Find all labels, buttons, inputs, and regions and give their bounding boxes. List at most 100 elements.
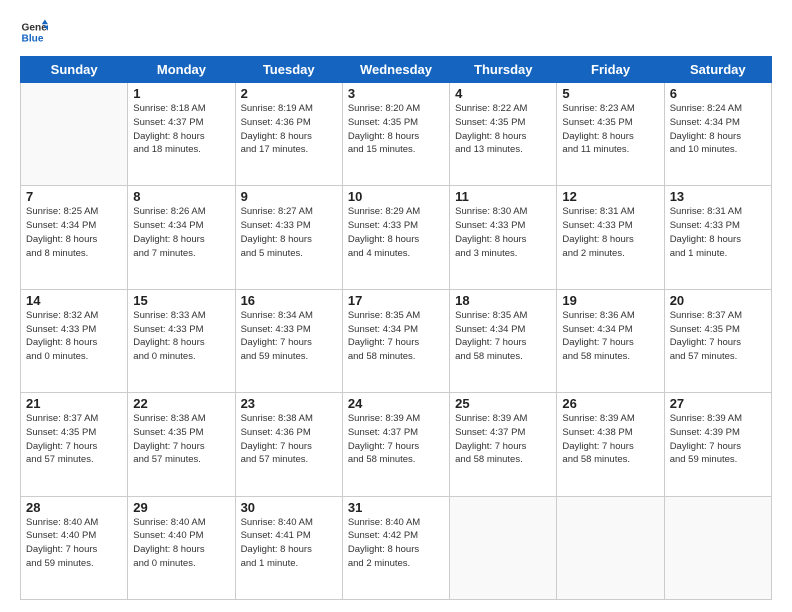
day-number: 10 — [348, 189, 444, 204]
calendar-day-cell: 27Sunrise: 8:39 AM Sunset: 4:39 PM Dayli… — [664, 393, 771, 496]
day-number: 5 — [562, 86, 658, 101]
weekday-header-tuesday: Tuesday — [235, 57, 342, 83]
calendar-day-cell: 16Sunrise: 8:34 AM Sunset: 4:33 PM Dayli… — [235, 289, 342, 392]
calendar-day-cell: 3Sunrise: 8:20 AM Sunset: 4:35 PM Daylig… — [342, 83, 449, 186]
day-info: Sunrise: 8:26 AM Sunset: 4:34 PM Dayligh… — [133, 205, 229, 260]
day-number: 4 — [455, 86, 551, 101]
day-info: Sunrise: 8:37 AM Sunset: 4:35 PM Dayligh… — [26, 412, 122, 467]
day-number: 30 — [241, 500, 337, 515]
day-number: 1 — [133, 86, 229, 101]
calendar-day-cell: 20Sunrise: 8:37 AM Sunset: 4:35 PM Dayli… — [664, 289, 771, 392]
calendar-day-cell: 5Sunrise: 8:23 AM Sunset: 4:35 PM Daylig… — [557, 83, 664, 186]
day-info: Sunrise: 8:35 AM Sunset: 4:34 PM Dayligh… — [455, 309, 551, 364]
day-number: 28 — [26, 500, 122, 515]
calendar-day-cell: 24Sunrise: 8:39 AM Sunset: 4:37 PM Dayli… — [342, 393, 449, 496]
calendar-table: SundayMondayTuesdayWednesdayThursdayFrid… — [20, 56, 772, 600]
day-info: Sunrise: 8:27 AM Sunset: 4:33 PM Dayligh… — [241, 205, 337, 260]
calendar-day-cell: 31Sunrise: 8:40 AM Sunset: 4:42 PM Dayli… — [342, 496, 449, 599]
day-number: 27 — [670, 396, 766, 411]
calendar-day-cell: 30Sunrise: 8:40 AM Sunset: 4:41 PM Dayli… — [235, 496, 342, 599]
weekday-header-thursday: Thursday — [450, 57, 557, 83]
calendar-day-cell — [450, 496, 557, 599]
day-number: 24 — [348, 396, 444, 411]
day-number: 6 — [670, 86, 766, 101]
day-number: 14 — [26, 293, 122, 308]
calendar-day-cell: 7Sunrise: 8:25 AM Sunset: 4:34 PM Daylig… — [21, 186, 128, 289]
day-info: Sunrise: 8:34 AM Sunset: 4:33 PM Dayligh… — [241, 309, 337, 364]
calendar-day-cell: 9Sunrise: 8:27 AM Sunset: 4:33 PM Daylig… — [235, 186, 342, 289]
day-info: Sunrise: 8:37 AM Sunset: 4:35 PM Dayligh… — [670, 309, 766, 364]
day-info: Sunrise: 8:39 AM Sunset: 4:39 PM Dayligh… — [670, 412, 766, 467]
calendar-day-cell: 23Sunrise: 8:38 AM Sunset: 4:36 PM Dayli… — [235, 393, 342, 496]
day-info: Sunrise: 8:20 AM Sunset: 4:35 PM Dayligh… — [348, 102, 444, 157]
day-info: Sunrise: 8:18 AM Sunset: 4:37 PM Dayligh… — [133, 102, 229, 157]
day-info: Sunrise: 8:24 AM Sunset: 4:34 PM Dayligh… — [670, 102, 766, 157]
day-number: 22 — [133, 396, 229, 411]
day-info: Sunrise: 8:40 AM Sunset: 4:40 PM Dayligh… — [26, 516, 122, 571]
calendar-day-cell: 15Sunrise: 8:33 AM Sunset: 4:33 PM Dayli… — [128, 289, 235, 392]
calendar-day-cell: 4Sunrise: 8:22 AM Sunset: 4:35 PM Daylig… — [450, 83, 557, 186]
day-info: Sunrise: 8:40 AM Sunset: 4:41 PM Dayligh… — [241, 516, 337, 571]
calendar-day-cell: 28Sunrise: 8:40 AM Sunset: 4:40 PM Dayli… — [21, 496, 128, 599]
day-info: Sunrise: 8:31 AM Sunset: 4:33 PM Dayligh… — [670, 205, 766, 260]
day-number: 21 — [26, 396, 122, 411]
calendar-day-cell: 2Sunrise: 8:19 AM Sunset: 4:36 PM Daylig… — [235, 83, 342, 186]
day-info: Sunrise: 8:39 AM Sunset: 4:37 PM Dayligh… — [348, 412, 444, 467]
day-info: Sunrise: 8:39 AM Sunset: 4:38 PM Dayligh… — [562, 412, 658, 467]
day-number: 18 — [455, 293, 551, 308]
calendar-day-cell: 26Sunrise: 8:39 AM Sunset: 4:38 PM Dayli… — [557, 393, 664, 496]
day-number: 25 — [455, 396, 551, 411]
calendar-day-cell: 14Sunrise: 8:32 AM Sunset: 4:33 PM Dayli… — [21, 289, 128, 392]
day-number: 11 — [455, 189, 551, 204]
day-info: Sunrise: 8:19 AM Sunset: 4:36 PM Dayligh… — [241, 102, 337, 157]
calendar-week-row: 21Sunrise: 8:37 AM Sunset: 4:35 PM Dayli… — [21, 393, 772, 496]
day-info: Sunrise: 8:25 AM Sunset: 4:34 PM Dayligh… — [26, 205, 122, 260]
day-number: 19 — [562, 293, 658, 308]
day-number: 9 — [241, 189, 337, 204]
calendar-day-cell: 8Sunrise: 8:26 AM Sunset: 4:34 PM Daylig… — [128, 186, 235, 289]
weekday-header-friday: Friday — [557, 57, 664, 83]
calendar-day-cell: 6Sunrise: 8:24 AM Sunset: 4:34 PM Daylig… — [664, 83, 771, 186]
day-number: 17 — [348, 293, 444, 308]
calendar-week-row: 28Sunrise: 8:40 AM Sunset: 4:40 PM Dayli… — [21, 496, 772, 599]
day-info: Sunrise: 8:33 AM Sunset: 4:33 PM Dayligh… — [133, 309, 229, 364]
day-number: 12 — [562, 189, 658, 204]
calendar-day-cell: 11Sunrise: 8:30 AM Sunset: 4:33 PM Dayli… — [450, 186, 557, 289]
day-info: Sunrise: 8:38 AM Sunset: 4:36 PM Dayligh… — [241, 412, 337, 467]
weekday-header-sunday: Sunday — [21, 57, 128, 83]
day-info: Sunrise: 8:35 AM Sunset: 4:34 PM Dayligh… — [348, 309, 444, 364]
page: General Blue SundayMondayTuesdayWednesda… — [0, 0, 792, 612]
calendar-day-cell: 25Sunrise: 8:39 AM Sunset: 4:37 PM Dayli… — [450, 393, 557, 496]
day-info: Sunrise: 8:40 AM Sunset: 4:42 PM Dayligh… — [348, 516, 444, 571]
weekday-header-monday: Monday — [128, 57, 235, 83]
day-info: Sunrise: 8:29 AM Sunset: 4:33 PM Dayligh… — [348, 205, 444, 260]
calendar-day-cell: 10Sunrise: 8:29 AM Sunset: 4:33 PM Dayli… — [342, 186, 449, 289]
calendar-day-cell: 18Sunrise: 8:35 AM Sunset: 4:34 PM Dayli… — [450, 289, 557, 392]
day-number: 26 — [562, 396, 658, 411]
calendar-day-cell — [21, 83, 128, 186]
weekday-header-wednesday: Wednesday — [342, 57, 449, 83]
day-number: 20 — [670, 293, 766, 308]
day-number: 13 — [670, 189, 766, 204]
calendar-day-cell: 19Sunrise: 8:36 AM Sunset: 4:34 PM Dayli… — [557, 289, 664, 392]
calendar-day-cell: 21Sunrise: 8:37 AM Sunset: 4:35 PM Dayli… — [21, 393, 128, 496]
calendar-day-cell: 22Sunrise: 8:38 AM Sunset: 4:35 PM Dayli… — [128, 393, 235, 496]
day-info: Sunrise: 8:32 AM Sunset: 4:33 PM Dayligh… — [26, 309, 122, 364]
day-number: 16 — [241, 293, 337, 308]
svg-text:Blue: Blue — [22, 33, 44, 44]
calendar-day-cell — [664, 496, 771, 599]
calendar-day-cell: 13Sunrise: 8:31 AM Sunset: 4:33 PM Dayli… — [664, 186, 771, 289]
calendar-day-cell: 17Sunrise: 8:35 AM Sunset: 4:34 PM Dayli… — [342, 289, 449, 392]
calendar-day-cell: 12Sunrise: 8:31 AM Sunset: 4:33 PM Dayli… — [557, 186, 664, 289]
logo-icon: General Blue — [20, 18, 48, 46]
calendar-week-row: 7Sunrise: 8:25 AM Sunset: 4:34 PM Daylig… — [21, 186, 772, 289]
day-number: 2 — [241, 86, 337, 101]
day-info: Sunrise: 8:31 AM Sunset: 4:33 PM Dayligh… — [562, 205, 658, 260]
day-number: 15 — [133, 293, 229, 308]
calendar-day-cell: 1Sunrise: 8:18 AM Sunset: 4:37 PM Daylig… — [128, 83, 235, 186]
day-info: Sunrise: 8:40 AM Sunset: 4:40 PM Dayligh… — [133, 516, 229, 571]
day-number: 3 — [348, 86, 444, 101]
calendar-day-cell — [557, 496, 664, 599]
day-number: 29 — [133, 500, 229, 515]
day-number: 8 — [133, 189, 229, 204]
